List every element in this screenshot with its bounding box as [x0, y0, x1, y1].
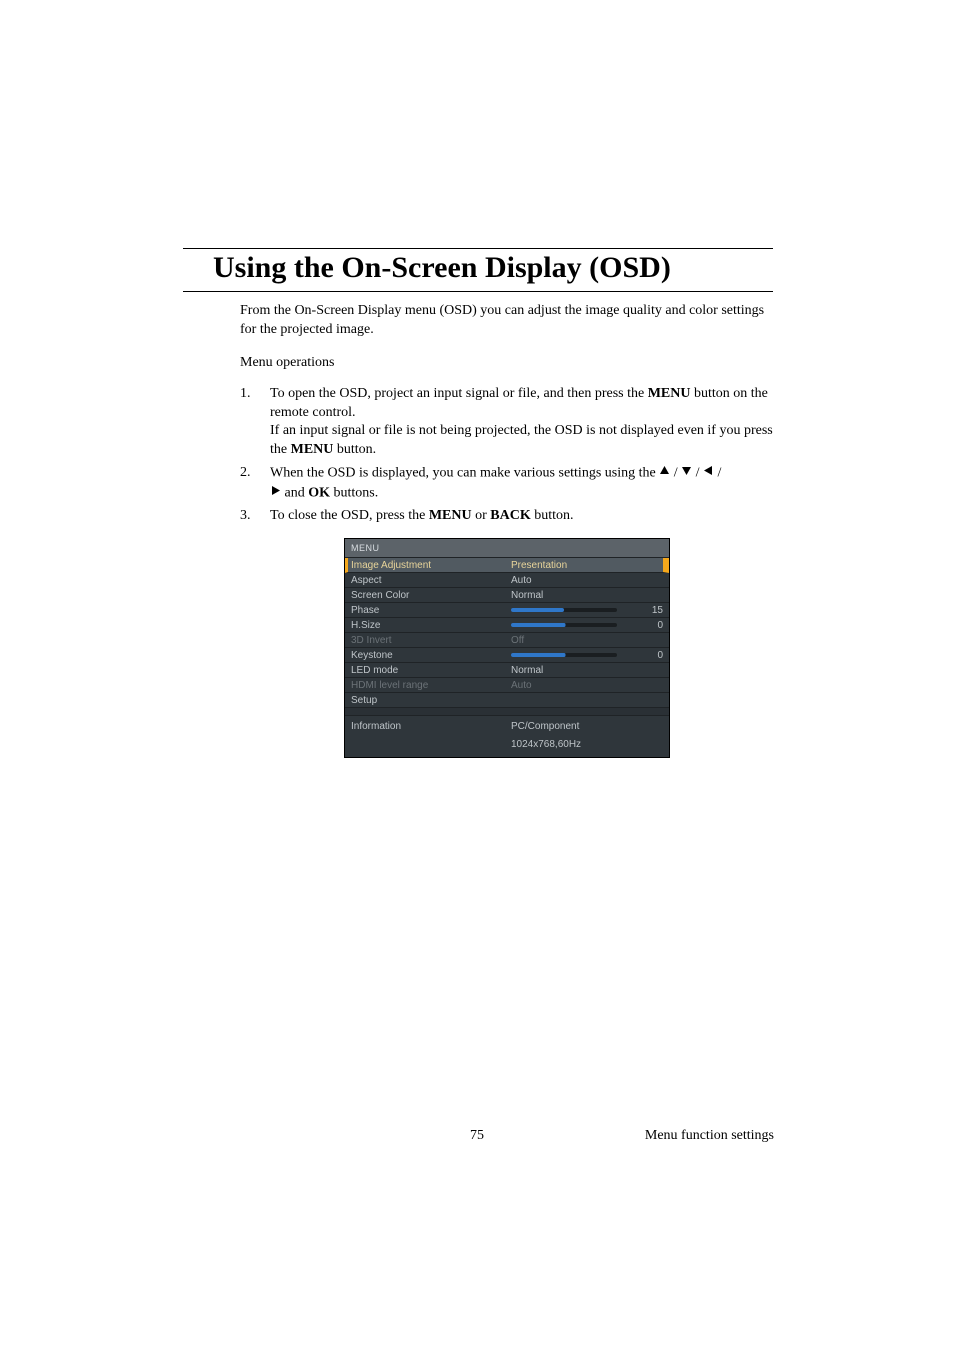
menu-keyword: MENU [648, 386, 691, 401]
left-arrow-icon [703, 464, 714, 483]
menu-keyword: MENU [429, 508, 472, 523]
osd-row-value: Off [511, 634, 663, 648]
osd-row-label: 3D Invert [351, 634, 511, 648]
osd-info-value: PC/Component [511, 720, 579, 734]
osd-row-number: 0 [625, 619, 663, 633]
down-arrow-icon [681, 464, 692, 483]
body-content: From the On-Screen Display menu (OSD) yo… [240, 302, 774, 758]
osd-row-label: Phase [351, 604, 511, 618]
osd-row-aspect[interactable]: Aspect Auto [345, 573, 669, 588]
text: When the OSD is displayed, you can make … [270, 466, 659, 481]
osd-information-row-2: 1024x768,60Hz [345, 736, 669, 758]
up-arrow-icon [659, 464, 670, 483]
osd-row-keystone[interactable]: Keystone 0 [345, 648, 669, 663]
text: To close the OSD, press the [270, 508, 429, 523]
section-heading: Using the On-Screen Display (OSD) [213, 251, 765, 285]
footer-section-label: Menu function settings [645, 1128, 774, 1144]
osd-info-value: 1024x768,60Hz [511, 739, 581, 750]
osd-row-value: Auto [511, 679, 663, 693]
osd-row-label: HDMI level range [351, 679, 511, 693]
osd-row-hdmi-level-range: HDMI level range Auto [345, 678, 669, 693]
osd-row-3d-invert: 3D Invert Off [345, 633, 669, 648]
step-body: To close the OSD, press the MENU or BACK… [270, 507, 774, 526]
right-arrow-icon [270, 484, 281, 503]
osd-slider[interactable] [511, 653, 617, 657]
osd-menu: MENU Image Adjustment Presentation Aspec… [344, 538, 670, 758]
osd-row-setup[interactable]: Setup [345, 693, 669, 708]
steps-list: 1. To open the OSD, project an input sig… [240, 385, 774, 527]
step-number: 1. [240, 385, 270, 461]
step-number: 2. [240, 464, 270, 503]
step-2: 2. When the OSD is displayed, you can ma… [240, 464, 774, 503]
osd-row-label: Screen Color [351, 589, 511, 603]
text: button. [531, 508, 574, 523]
osd-row-value: Auto [511, 574, 663, 588]
osd-row-label: Keystone [351, 649, 511, 663]
osd-row-number: 0 [625, 649, 663, 663]
step-number: 3. [240, 507, 270, 526]
osd-row-label: Setup [351, 694, 511, 708]
step-body: To open the OSD, project an input signal… [270, 385, 774, 461]
osd-title: MENU [345, 539, 669, 558]
osd-row-value: Presentation [511, 559, 663, 573]
osd-info-label: Information [351, 720, 511, 734]
osd-row-label: Image Adjustment [351, 559, 511, 573]
osd-row-label: LED mode [351, 664, 511, 678]
osd-row-label: Aspect [351, 574, 511, 588]
text: or [472, 508, 491, 523]
osd-slider[interactable] [511, 608, 617, 612]
back-keyword: BACK [490, 508, 530, 523]
text: To open the OSD, project an input signal… [270, 386, 648, 401]
osd-row-screen-color[interactable]: Screen Color Normal [345, 588, 669, 603]
step-body: When the OSD is displayed, you can make … [270, 464, 774, 503]
osd-row-value: Normal [511, 589, 663, 603]
osd-row-phase[interactable]: Phase 15 [345, 603, 669, 618]
osd-row-hsize[interactable]: H.Size 0 [345, 618, 669, 633]
page-number: 75 [470, 1128, 484, 1144]
osd-row-image-adjustment[interactable]: Image Adjustment Presentation [345, 558, 669, 573]
ok-keyword: OK [308, 485, 330, 500]
text: button. [333, 442, 376, 457]
step-1: 1. To open the OSD, project an input sig… [240, 385, 774, 461]
osd-spacer [345, 708, 669, 716]
step-3: 3. To close the OSD, press the MENU or B… [240, 507, 774, 526]
osd-row-led-mode[interactable]: LED mode Normal [345, 663, 669, 678]
section-heading-box: Using the On-Screen Display (OSD) [183, 248, 773, 292]
osd-row-value: Normal [511, 664, 663, 678]
menu-keyword: MENU [291, 442, 334, 457]
osd-slider[interactable] [511, 623, 617, 627]
intro-paragraph: From the On-Screen Display menu (OSD) yo… [240, 302, 774, 340]
menu-operations-label: Menu operations [240, 354, 774, 373]
osd-information-row: Information PC/Component [345, 716, 669, 736]
text: buttons. [330, 485, 378, 500]
osd-row-label: H.Size [351, 619, 511, 633]
text: and [285, 485, 309, 500]
osd-row-number: 15 [625, 604, 663, 618]
